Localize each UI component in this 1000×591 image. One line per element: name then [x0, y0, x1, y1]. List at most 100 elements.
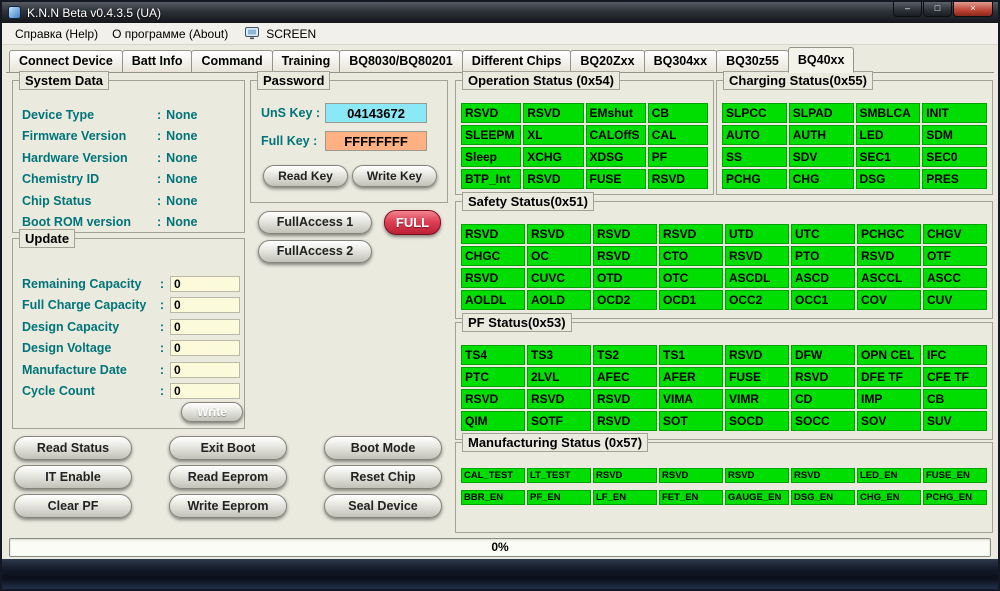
- minimize-button[interactable]: –: [893, 2, 922, 17]
- write-key-button[interactable]: Write Key: [352, 165, 437, 187]
- status-flag-cell: LF_EN: [593, 490, 657, 505]
- status-flag-cell: SLPAD: [788, 103, 854, 123]
- panel-title: Safety Status(0x51): [462, 192, 594, 211]
- status-flag-cell: CD: [791, 389, 855, 409]
- status-flag-cell: COV: [857, 290, 921, 310]
- reset-chip-button[interactable]: Reset Chip: [324, 465, 442, 489]
- status-flag-cell: RSVD: [593, 468, 657, 483]
- app-icon: [8, 6, 21, 19]
- field-label: Hardware Version: [22, 150, 128, 165]
- tab-different-chips[interactable]: Different Chips: [461, 50, 572, 72]
- design-capacity-input[interactable]: [170, 318, 240, 335]
- full-access-1-button[interactable]: FullAccess 1: [258, 211, 372, 234]
- status-flag-cell: VIMR: [725, 389, 789, 409]
- app-window: K.N.N Beta v0.4.3.5 (UA) – □ × Справка (…: [0, 0, 1000, 591]
- tab-training[interactable]: Training: [271, 50, 341, 72]
- tab-batt-info[interactable]: Batt Info: [121, 50, 193, 72]
- menu-bar: Справка (Help) О программе (About) SCREE…: [2, 23, 998, 45]
- full-button[interactable]: FULL: [384, 210, 441, 235]
- design-voltage-input[interactable]: [170, 340, 240, 357]
- window-bottom-frame: [2, 559, 998, 589]
- status-flag-cell: LED_EN: [857, 468, 921, 483]
- separator: :: [157, 129, 162, 144]
- status-flag-cell: XDSG: [585, 147, 646, 167]
- status-flag-cell: RSVD: [857, 246, 921, 266]
- remaining-capacity-input[interactable]: [170, 275, 240, 292]
- menu-about[interactable]: О программе (About): [105, 25, 235, 43]
- status-flag-cell: OTD: [593, 268, 657, 288]
- status-flag-cell: FET_EN: [659, 490, 723, 505]
- status-flag-cell: CALOffS: [585, 125, 646, 145]
- it-enable-button[interactable]: IT Enable: [14, 465, 132, 489]
- read-key-button[interactable]: Read Key: [263, 165, 348, 187]
- status-flag-cell: QIM: [461, 411, 525, 431]
- write-eeprom-button[interactable]: Write Eeprom: [169, 494, 287, 518]
- progress-bar: 0%: [9, 538, 991, 557]
- menu-help[interactable]: Справка (Help): [8, 25, 105, 43]
- status-flag-cell: VIMA: [659, 389, 723, 409]
- exit-boot-button[interactable]: Exit Boot: [169, 436, 287, 460]
- tab-connect-device[interactable]: Connect Device: [9, 50, 123, 72]
- full-charge-capacity-input[interactable]: [170, 297, 240, 314]
- write-button[interactable]: Write: [181, 402, 243, 422]
- chemistry-id-row: Chemistry ID: None: [22, 169, 240, 191]
- status-flag-cell: CUVC: [527, 268, 591, 288]
- update-panel: Update Remaining Capacity: Full Charge C…: [12, 229, 245, 429]
- field-value: None: [166, 129, 198, 144]
- status-flag-cell: CHG: [788, 169, 854, 189]
- operation-status-grid: RSVD RSVD EMshut CB SLEEPM XL CALOffS CAL Sleep X…: [461, 103, 708, 189]
- tab-bq8030[interactable]: BQ8030/BQ80201: [339, 50, 463, 72]
- full-access-2-button[interactable]: FullAccess 2: [258, 240, 372, 263]
- status-flag-cell: SOCC: [791, 411, 855, 431]
- manufacture-date-input[interactable]: [170, 361, 240, 378]
- field-label: Manufacture Date: [22, 362, 127, 377]
- charging-status-grid: SLPCC SLPAD SMBLCA INIT AUTO AUTH LED SDM SS SDV S…: [722, 103, 987, 189]
- full-charge-capacity-row: Full Charge Capacity:: [22, 295, 240, 317]
- field-label: Full Charge Capacity: [22, 298, 147, 313]
- uns-key-field[interactable]: [325, 103, 427, 123]
- status-flag-cell: SDM: [922, 125, 987, 145]
- status-flag-cell: ASCDL: [725, 268, 789, 288]
- read-status-button[interactable]: Read Status: [14, 436, 132, 460]
- tab-bq30z55[interactable]: BQ30z55: [716, 50, 789, 72]
- field-label: Chip Status: [22, 193, 92, 208]
- separator: :: [157, 193, 162, 208]
- tab-bq304xx[interactable]: BQ304xx: [643, 50, 718, 72]
- tab-bq20zxx[interactable]: BQ20Zxx: [570, 50, 645, 72]
- field-value: None: [166, 215, 198, 230]
- tab-bq40xx[interactable]: BQ40xx: [787, 47, 855, 73]
- separator: :: [159, 276, 164, 291]
- design-voltage-row: Design Voltage:: [22, 338, 240, 360]
- full-key-label: Full Key :: [261, 134, 318, 148]
- status-flag-cell: SLPCC: [722, 103, 787, 123]
- maximize-button[interactable]: □: [923, 2, 952, 17]
- status-flag-cell: DSG: [855, 169, 921, 189]
- status-flag-cell: RSVD: [593, 389, 657, 409]
- cycle-count-input[interactable]: [170, 383, 240, 400]
- title-bar[interactable]: K.N.N Beta v0.4.3.5 (UA) – □ ×: [2, 2, 998, 23]
- uns-key-row: UnS Key :: [261, 103, 427, 123]
- read-eeprom-button[interactable]: Read Eeprom: [169, 465, 287, 489]
- field-value: None: [166, 150, 198, 165]
- status-flag-cell: AUTO: [722, 125, 787, 145]
- close-button[interactable]: ×: [953, 2, 993, 17]
- status-flag-cell: TS2: [593, 345, 657, 365]
- status-flag-cell: BTP_Int: [461, 169, 522, 189]
- full-key-field[interactable]: [325, 131, 427, 151]
- status-flag-cell: AUTH: [788, 125, 854, 145]
- clear-pf-button[interactable]: Clear PF: [14, 494, 132, 518]
- tab-command[interactable]: Command: [191, 50, 273, 72]
- status-flag-cell: RSVD: [593, 411, 657, 431]
- panel-title: Charging Status(0x55): [723, 71, 873, 90]
- window-title: K.N.N Beta v0.4.3.5 (UA): [27, 5, 162, 20]
- menu-screen[interactable]: SCREEN: [259, 25, 323, 43]
- seal-device-button[interactable]: Seal Device: [324, 494, 442, 518]
- status-flag-cell: CHGC: [461, 246, 525, 266]
- boot-mode-button[interactable]: Boot Mode: [324, 436, 442, 460]
- status-flag-cell: GAUGE_EN: [725, 490, 789, 505]
- manufacturing-status-panel: Manufacturing Status (0x57) CAL_TEST LT_T…: [455, 433, 993, 533]
- status-flag-cell: PRES: [922, 169, 987, 189]
- status-flag-cell: RSVD: [725, 345, 789, 365]
- status-flag-cell: TS3: [527, 345, 591, 365]
- charging-status-panel: Charging Status(0x55) SLPCC SLPAD SMBLCA IN…: [716, 71, 993, 195]
